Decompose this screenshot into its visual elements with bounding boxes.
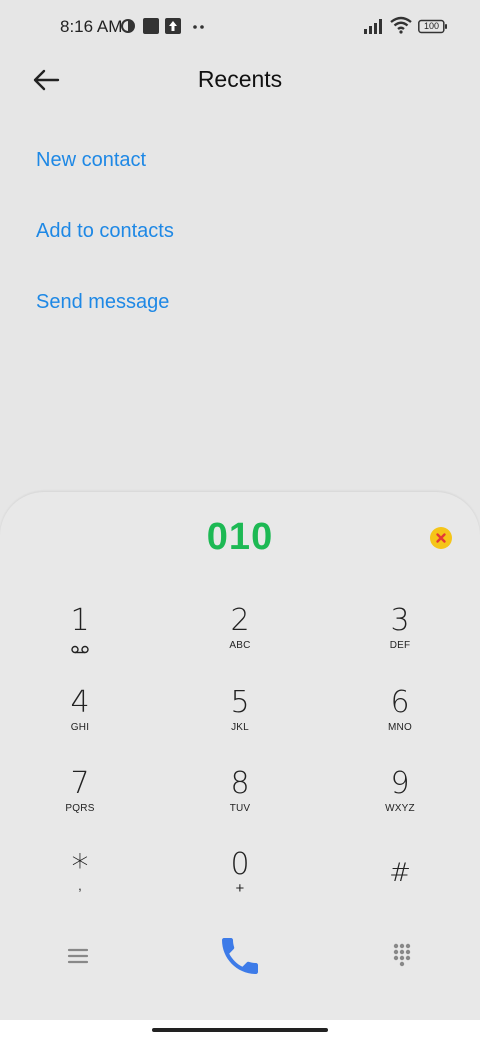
stop-square-icon bbox=[143, 18, 159, 39]
dial-key-0[interactable]: 0 + bbox=[180, 848, 300, 920]
navigation-bar bbox=[0, 1020, 480, 1040]
dial-key-letters: JKL bbox=[231, 722, 249, 733]
dial-key-letters: GHI bbox=[70, 722, 90, 733]
dial-key-6[interactable]: 6 MNO bbox=[340, 686, 460, 758]
menu-icon bbox=[67, 948, 89, 964]
dial-key-digit: 7 bbox=[70, 766, 90, 801]
more-dots-icon bbox=[192, 18, 206, 39]
dial-key-letters: ABC bbox=[229, 640, 251, 651]
dial-key-digit: 0 bbox=[230, 847, 250, 882]
dial-key-9[interactable]: 9 WXYZ bbox=[340, 767, 460, 839]
dial-key-letters: DEF bbox=[389, 640, 411, 651]
send-message-link[interactable]: Send message bbox=[36, 291, 169, 314]
dialpad-icon bbox=[393, 943, 411, 967]
menu-button[interactable] bbox=[62, 942, 94, 970]
dial-key-1[interactable]: 1 bbox=[20, 604, 140, 676]
dial-key-7[interactable]: 7 PQRS bbox=[20, 767, 140, 839]
dialpad-toggle-button[interactable] bbox=[388, 940, 416, 970]
signal-icon bbox=[364, 18, 386, 39]
phone-icon bbox=[222, 938, 258, 974]
new-contact-link[interactable]: New contact bbox=[36, 149, 146, 172]
dial-key-digit: # bbox=[389, 858, 411, 888]
dial-key-digit: 1 bbox=[70, 603, 90, 638]
home-indicator[interactable] bbox=[152, 1028, 328, 1032]
dial-key-digit: 2 bbox=[230, 603, 250, 638]
dial-key-letters: + bbox=[235, 880, 245, 897]
page-title: Recents bbox=[197, 66, 283, 92]
dialed-number[interactable]: 010 bbox=[0, 516, 480, 559]
wifi-icon bbox=[390, 16, 412, 39]
status-bar: 8:16 AM 100 bbox=[0, 0, 480, 56]
dial-key-letters: WXYZ bbox=[385, 803, 415, 814]
battery-level: 100 bbox=[423, 21, 440, 31]
dial-key-digit: 3 bbox=[390, 603, 410, 638]
call-button[interactable] bbox=[214, 932, 266, 980]
dial-key-hash[interactable]: # bbox=[340, 856, 460, 928]
dial-key-letters: , bbox=[78, 878, 82, 893]
dial-key-4[interactable]: 4 GHI bbox=[20, 686, 140, 758]
dial-key-5[interactable]: 5 JKL bbox=[180, 686, 300, 758]
upload-icon bbox=[165, 18, 181, 39]
dial-key-digit: 9 bbox=[390, 766, 410, 801]
dial-key-2[interactable]: 2 ABC bbox=[180, 604, 300, 676]
dial-key-8[interactable]: 8 TUV bbox=[180, 767, 300, 839]
battery-icon: 100 bbox=[418, 19, 448, 35]
dial-key-star[interactable]: * , bbox=[20, 850, 140, 922]
header: Recents bbox=[0, 56, 480, 106]
status-time: 8:16 AM bbox=[60, 17, 123, 36]
voicemail-icon bbox=[20, 641, 140, 659]
dial-key-digit: 5 bbox=[230, 685, 250, 720]
dial-key-letters: MNO bbox=[388, 722, 412, 733]
dialpad-panel: 010 1 2 ABC 3 DEF 4 GHI 5 JKL 6 MNO 7 PQ… bbox=[0, 492, 480, 1040]
app-icon-c bbox=[120, 18, 136, 39]
clear-icon bbox=[430, 527, 452, 549]
clear-number-button[interactable] bbox=[430, 527, 452, 549]
add-to-contacts-link[interactable]: Add to contacts bbox=[36, 220, 174, 243]
dial-key-digit: 4 bbox=[70, 685, 90, 720]
dial-key-digit: 8 bbox=[230, 766, 250, 801]
dial-key-digit: 6 bbox=[390, 685, 410, 720]
dial-key-letters: TUV bbox=[229, 803, 251, 814]
dial-key-letters: PQRS bbox=[65, 803, 95, 814]
dial-key-3[interactable]: 3 DEF bbox=[340, 604, 460, 676]
